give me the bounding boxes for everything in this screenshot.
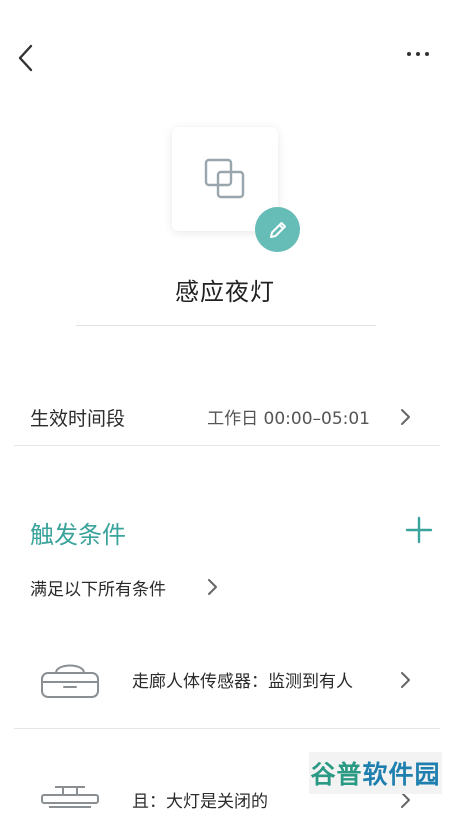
divider — [14, 445, 440, 446]
effective-time-value: 工作日 00:00–05:01 — [207, 409, 370, 429]
watermark-logo: 谷普 软件园 — [309, 752, 442, 794]
back-button[interactable] — [10, 40, 42, 76]
pencil-icon — [269, 221, 286, 238]
chevron-right-icon — [398, 669, 412, 691]
divider — [14, 728, 440, 729]
chevron-right-icon — [205, 576, 219, 598]
overlap-squares-icon — [204, 158, 245, 199]
chevron-right-icon — [398, 406, 412, 428]
watermark-text-2: 软件园 — [362, 760, 441, 789]
effective-time-row[interactable]: 生效时间段 工作日 00:00–05:01 — [0, 390, 450, 442]
scene-name[interactable]: 感应夜灯 — [0, 272, 450, 307]
plus-icon — [405, 516, 433, 544]
trigger-section-title: 触发条件 — [30, 521, 126, 549]
effective-time-label: 生效时间段 — [30, 408, 126, 430]
edit-icon-button[interactable] — [255, 207, 300, 252]
top-bar — [0, 0, 450, 110]
watermark-text-1: 谷普 — [310, 760, 363, 789]
more-button[interactable] — [400, 40, 436, 68]
ceiling-light-icon — [38, 773, 102, 823]
condition-text: 走廊人体传感器：监测到有人 — [132, 672, 353, 692]
add-condition-button[interactable] — [402, 513, 436, 547]
condition-mode-label: 满足以下所有条件 — [30, 580, 166, 600]
more-dots-icon — [405, 52, 432, 56]
motion-sensor-icon — [38, 653, 102, 703]
condition-row[interactable]: 走廊人体传感器：监测到有人 — [0, 643, 450, 713]
scene-name-underline — [76, 325, 376, 326]
condition-mode-selector[interactable]: 满足以下所有条件 — [30, 575, 217, 600]
chevron-left-icon — [18, 44, 33, 72]
